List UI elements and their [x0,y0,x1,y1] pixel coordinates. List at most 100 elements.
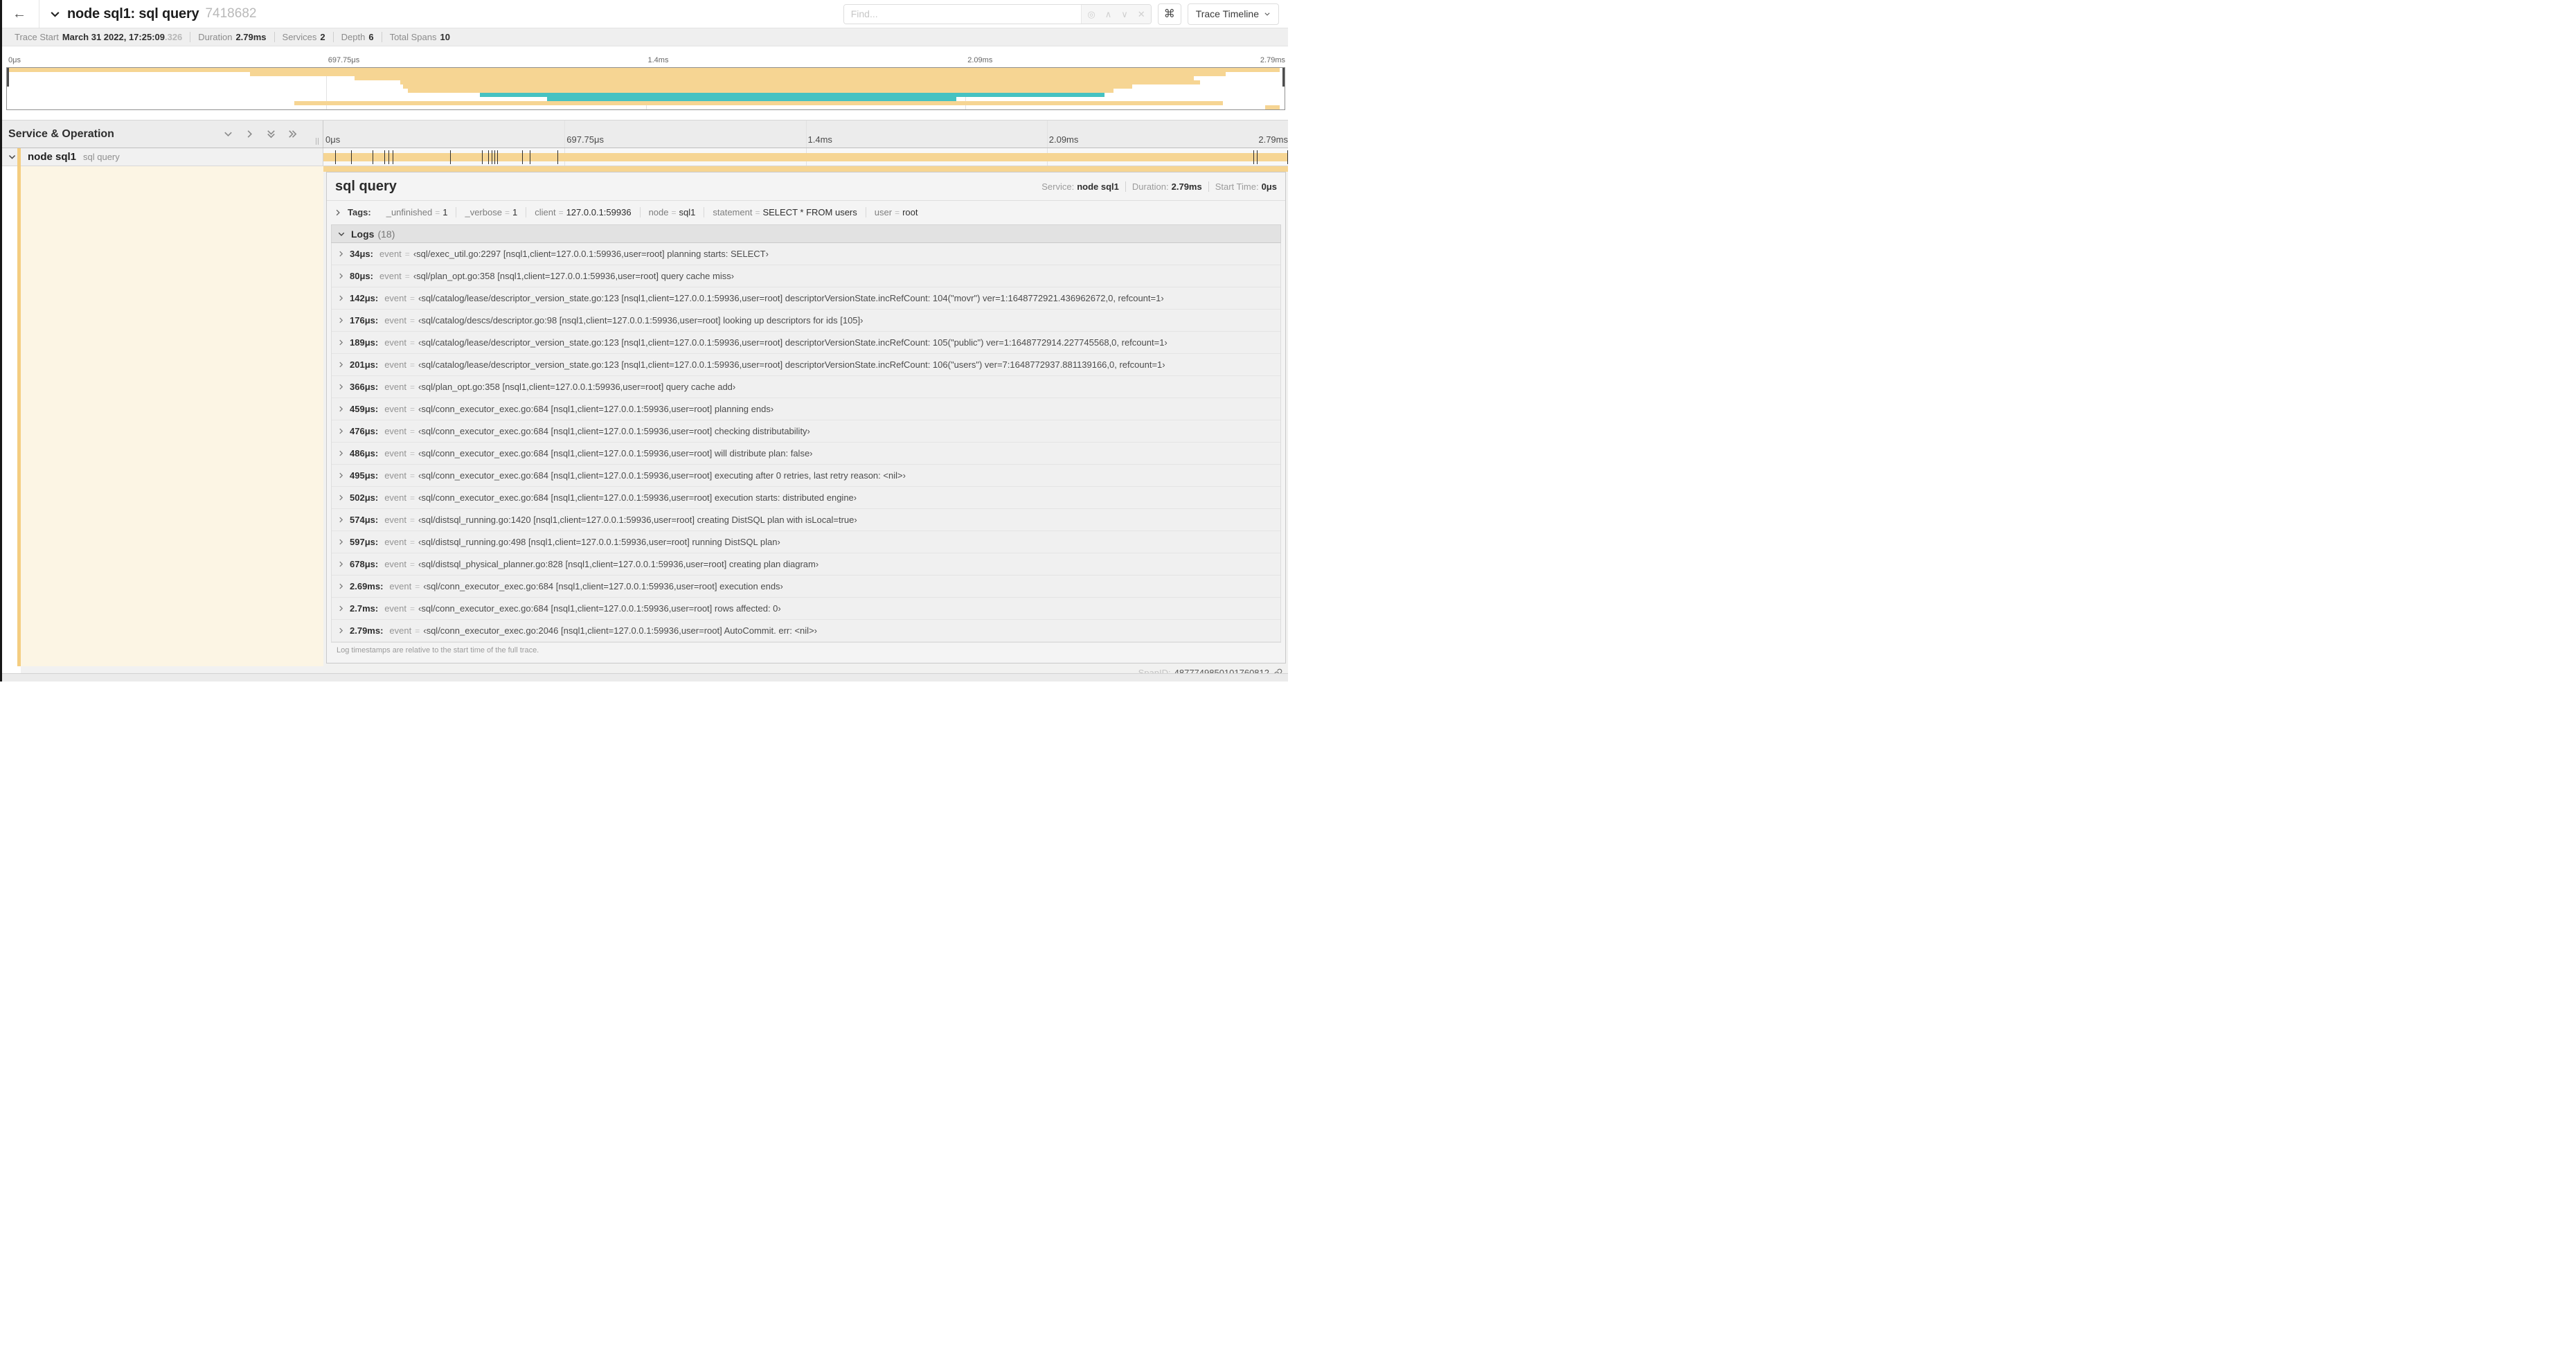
log-expand-chevron-icon[interactable] [337,272,345,280]
log-expand-chevron-icon[interactable] [337,627,345,634]
log-expand-chevron-icon[interactable] [337,383,345,391]
prev-result-icon[interactable]: ∧ [1105,10,1112,19]
span-detail-meta: Service: node sql1 Duration: 2.79ms Start … [1035,181,1277,192]
log-expand-chevron-icon[interactable] [337,427,345,435]
log-entry-row[interactable]: 142μs: event = ‹sql/catalog/lease/descri… [332,287,1280,310]
log-field-key: event [389,625,412,636]
log-expand-chevron-icon[interactable] [337,472,345,479]
span-duration-bar[interactable] [323,153,1288,161]
logs-header[interactable]: Logs (18) [331,224,1281,243]
log-field-value: ‹sql/catalog/lease/descriptor_version_st… [418,293,1164,303]
timeline-header: Service & Operation 0μs 697.75μs 1.4ms 2.09… [0,120,1288,148]
column-resize-grip[interactable] [316,138,319,145]
trace-collapse-chevron-icon[interactable] [49,8,61,20]
log-expand-chevron-icon[interactable] [337,250,345,258]
log-entry-row[interactable]: 80μs: event = ‹sql/plan_opt.go:358 [nsql… [332,265,1280,287]
log-entry-row[interactable]: 366μs: event = ‹sql/plan_opt.go:358 [nsq… [332,376,1280,398]
keyboard-shortcuts-button[interactable]: ⌘ [1157,3,1181,25]
viewport-handle-right[interactable] [1282,68,1285,87]
log-field-key: event [384,448,407,458]
log-timestamp: 502μs: [350,492,379,503]
log-entry-row[interactable]: 201μs: event = ‹sql/catalog/lease/descri… [332,354,1280,376]
log-expand-chevron-icon[interactable] [337,516,345,524]
log-entry-row[interactable]: 189μs: event = ‹sql/catalog/lease/descri… [332,332,1280,354]
log-expand-chevron-icon[interactable] [337,405,345,413]
log-expand-chevron-icon[interactable] [337,361,345,368]
meta-label: Start Time: [1215,181,1259,192]
log-equals: = [404,249,410,259]
log-entry-row[interactable]: 486μs: event = ‹sql/conn_executor_exec.g… [332,443,1280,465]
log-entry-row[interactable]: 495μs: event = ‹sql/conn_executor_exec.g… [332,465,1280,487]
top-bar: ← node sql1: sql query 7418682 ◎ ∧ ∨ ✕ ⌘… [0,0,1288,28]
logs-collapse-chevron-icon[interactable] [337,230,346,238]
span-row-name-cell[interactable]: node sql1 sql query [0,148,323,166]
expand-all-icon[interactable] [287,129,298,139]
tag-key: _verbose [465,207,502,217]
span-collapse-chevron-icon[interactable] [8,152,17,161]
title-wrap: node sql1: sql query 7418682 [39,6,843,22]
tag-value: SELECT * FROM users [762,207,857,217]
info-value: 6 [368,32,374,42]
log-equals: = [410,337,415,348]
span-row: node sql1 sql query [0,148,1288,166]
span-service-name: node sql1 [28,151,77,163]
log-equals: = [410,293,415,303]
tag-value: sql1 [679,207,696,217]
log-equals: = [404,271,410,281]
info-value: 10 [440,32,450,42]
log-expand-chevron-icon[interactable] [337,582,345,590]
tag-value: 1 [442,207,448,217]
log-entry-row[interactable]: 597μs: event = ‹sql/distsql_running.go:4… [332,531,1280,553]
log-entry-row[interactable]: 34μs: event = ‹sql/exec_util.go:2297 [ns… [332,243,1280,265]
span-detail-card: sql query Service: node sql1 Duration: 2.7… [326,172,1286,663]
minimap-canvas[interactable] [6,67,1285,110]
log-expand-chevron-icon[interactable] [337,538,345,546]
log-expand-chevron-icon[interactable] [337,339,345,346]
tags-expand-chevron-icon[interactable] [334,208,342,217]
meta-item: Duration: 2.79ms [1126,181,1209,192]
detail-left-column [0,148,323,679]
tags-accordion[interactable]: Tags: _unfinished = 1 _verbose = 1 client = 12… [327,201,1285,224]
log-entry-row[interactable]: 2.7ms: event = ‹sql/conn_executor_exec.g… [332,598,1280,620]
clear-search-icon[interactable]: ✕ [1138,10,1145,19]
collapse-one-icon[interactable] [223,129,233,139]
log-expand-chevron-icon[interactable] [337,317,345,324]
log-timestamp: 2.79ms: [350,625,384,636]
view-selector-button[interactable]: Trace Timeline [1187,3,1279,25]
log-entry-row[interactable]: 502μs: event = ‹sql/conn_executor_exec.g… [332,487,1280,509]
log-entry-row[interactable]: 2.69ms: event = ‹sql/conn_executor_exec.… [332,576,1280,598]
log-entry-row[interactable]: 459μs: event = ‹sql/conn_executor_exec.g… [332,398,1280,420]
viewport-handle-left[interactable] [7,68,9,87]
match-highlight-icon[interactable]: ◎ [1087,10,1095,19]
log-expand-chevron-icon[interactable] [337,560,345,568]
ruler-tick-label: 2.09ms [1048,134,1079,145]
log-field-key: event [384,359,407,370]
expand-one-icon[interactable] [244,129,255,139]
log-entry-row[interactable]: 476μs: event = ‹sql/conn_executor_exec.g… [332,420,1280,443]
detail-span-bar[interactable] [323,166,1288,172]
log-expand-chevron-icon[interactable] [337,605,345,612]
collapse-all-icon[interactable] [266,129,276,139]
log-equals: = [410,603,415,614]
tag-item: statement = SELECT * FROM users [704,207,866,217]
log-entry-row[interactable]: 678μs: event = ‹sql/distsql_physical_pla… [332,553,1280,576]
screen-left-edge [0,0,2,682]
log-entry-row[interactable]: 2.79ms: event = ‹sql/conn_executor_exec.… [332,620,1280,642]
log-entry-row[interactable]: 176μs: event = ‹sql/catalog/descs/descri… [332,310,1280,332]
log-expand-chevron-icon[interactable] [337,294,345,302]
log-equals: = [410,559,415,569]
log-expand-chevron-icon[interactable] [337,449,345,457]
trace-info-item: Total Spans 10 [382,32,458,42]
back-button[interactable]: ← [0,0,39,28]
log-equals: = [410,315,415,326]
log-expand-chevron-icon[interactable] [337,494,345,501]
find-input[interactable] [843,4,1082,24]
next-result-icon[interactable]: ∨ [1121,10,1128,19]
log-entry-row[interactable]: 574μs: event = ‹sql/distsql_running.go:1… [332,509,1280,531]
trace-info-item: Depth 6 [334,32,382,42]
tag-item: client = 127.0.0.1:59936 [526,207,641,217]
log-field-key: event [384,315,407,326]
span-row-timeline-cell[interactable] [323,148,1288,166]
log-field-key: event [384,337,407,348]
